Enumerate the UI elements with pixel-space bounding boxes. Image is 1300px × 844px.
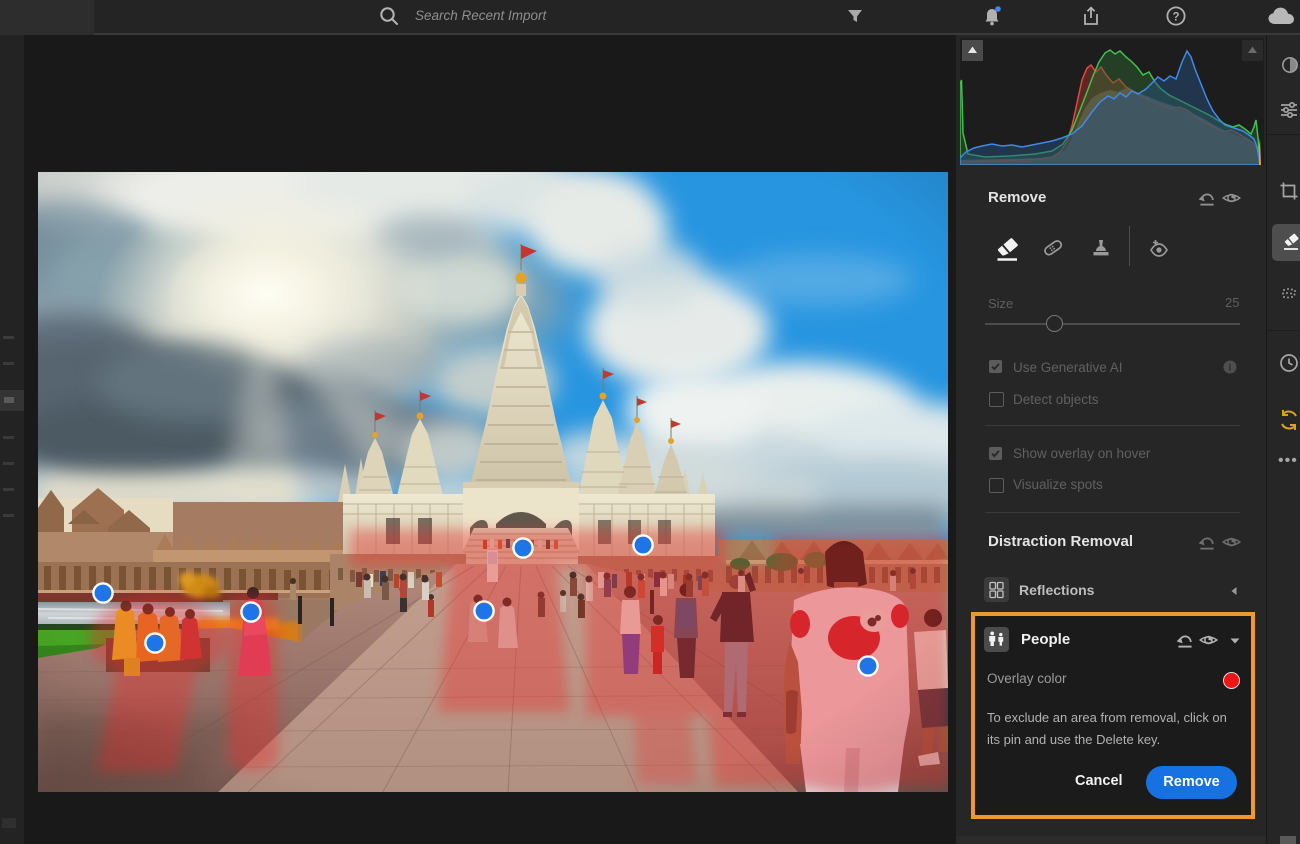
svg-text:?: ? [1172, 11, 1179, 23]
svg-text:i: i [1229, 363, 1232, 374]
